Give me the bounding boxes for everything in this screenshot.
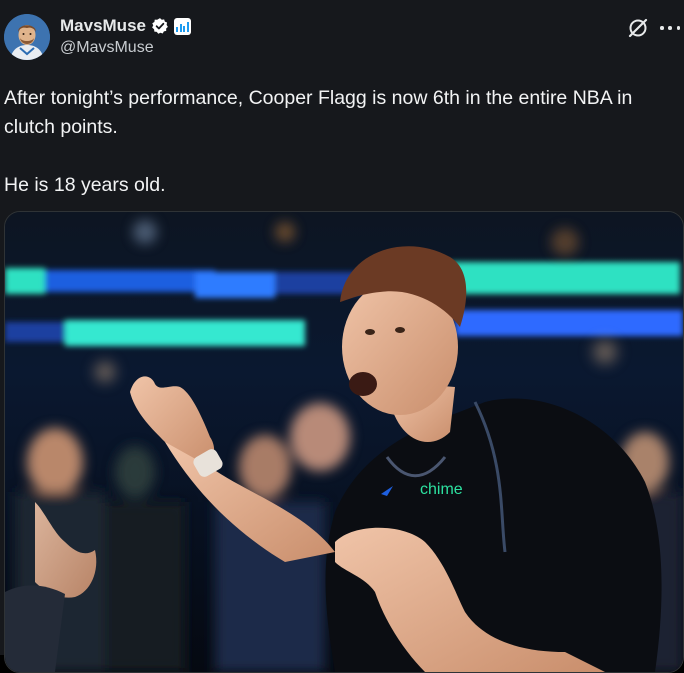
tweet-post: MavsMuse @MavsMuse After tonight’s perfo… <box>0 0 684 673</box>
player-photo-image: chime <box>5 212 683 672</box>
grok-icon[interactable] <box>626 16 650 40</box>
handle[interactable]: @MavsMuse <box>60 39 191 57</box>
tweet-line-2: He is 18 years old. <box>4 174 166 196</box>
avatar-illustration-icon <box>4 14 50 60</box>
bar-chart-badge-icon[interactable] <box>173 17 191 35</box>
verified-badge-icon[interactable] <box>151 17 169 35</box>
tweet-text: After tonight’s performance, Cooper Flag… <box>4 84 684 200</box>
display-name[interactable]: MavsMuse <box>60 16 146 36</box>
author-block: MavsMuse @MavsMuse <box>60 14 191 57</box>
jersey-sponsor-text: chime <box>420 481 463 498</box>
tweet-line-1: After tonight’s performance, Cooper Flag… <box>4 87 633 138</box>
tweet-photo[interactable]: chime <box>4 211 684 673</box>
avatar[interactable] <box>4 14 50 60</box>
name-row: MavsMuse <box>60 14 191 38</box>
more-options-icon[interactable] <box>660 18 680 38</box>
